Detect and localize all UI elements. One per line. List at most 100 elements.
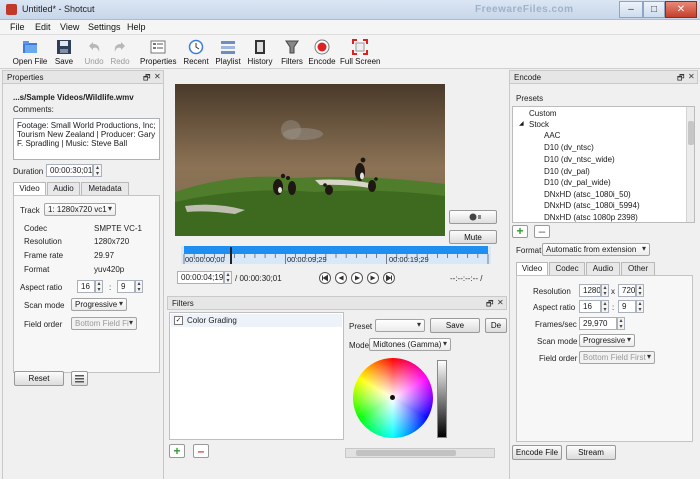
undo-button[interactable]: Undo [82, 36, 106, 68]
skip-end-icon[interactable] [383, 272, 395, 284]
video-frame[interactable] [175, 84, 445, 236]
aspect-height-field[interactable]: 9 [117, 280, 135, 293]
preset-item[interactable]: D10 (dv_pal_wide) [544, 177, 611, 189]
recent-button[interactable]: Recent [182, 36, 210, 68]
maximize-button[interactable]: □ [643, 1, 665, 18]
mode-select[interactable]: Midtones (Gamma) [369, 338, 451, 351]
tab-video[interactable]: Video [516, 262, 548, 275]
position-field[interactable]: 00:00:04;19 [177, 271, 224, 284]
aspect-width-field[interactable]: 16 [579, 300, 601, 313]
open-file-button[interactable]: Open File [12, 36, 48, 68]
expand-arrow-icon[interactable]: ◢ [519, 120, 524, 127]
presets-scrollbar[interactable] [686, 107, 694, 222]
properties-button[interactable]: Properties [140, 36, 176, 68]
resolution-height-spinner[interactable]: ▴ ▾ [636, 284, 644, 297]
close-icon[interactable]: ✕ [497, 298, 504, 307]
resolution-width-spinner[interactable]: ▴ ▾ [601, 284, 609, 297]
filters-button[interactable]: Filters [278, 36, 306, 68]
preset-select[interactable] [375, 319, 425, 332]
playlist-button[interactable]: Playlist [214, 36, 242, 68]
preset-item[interactable]: D10 (dv_ntsc_wide) [544, 154, 615, 166]
color-wheel-handle[interactable] [390, 395, 395, 400]
close-button[interactable]: ✕ [665, 1, 697, 18]
preset-item[interactable]: AAC [544, 130, 560, 142]
field-order-select[interactable]: Bottom Field First [579, 351, 655, 364]
menu-edit[interactable]: Edit [35, 22, 51, 32]
tab-video[interactable]: Video [13, 182, 46, 195]
format-select[interactable]: Automatic from extension [542, 243, 650, 256]
stream-button[interactable]: Stream [566, 445, 616, 460]
timeline-ruler[interactable] [181, 246, 491, 264]
tab-codec[interactable]: Codec [549, 262, 585, 275]
filter-list[interactable]: ✓ Color Grading [169, 312, 344, 440]
encode-file-button[interactable]: Encode File [512, 445, 562, 460]
comments-field[interactable]: Footage: Small World Productions, Inc; T… [13, 118, 160, 160]
menu-settings[interactable]: Settings [88, 22, 121, 32]
filter-checkbox[interactable]: ✓ [174, 316, 183, 325]
history-button[interactable]: History [246, 36, 274, 68]
preset-item[interactable]: DNxHD (atsc 1080p 2398) [544, 212, 638, 222]
resolution-height-field[interactable]: 720 [618, 284, 636, 297]
aspect-width-field[interactable]: 16 [77, 280, 95, 293]
fps-spinner[interactable]: ▴ ▾ [617, 317, 625, 330]
filter-item[interactable]: ✓ Color Grading [171, 314, 342, 327]
lightness-slider[interactable] [437, 360, 447, 438]
color-wheel[interactable] [353, 358, 433, 438]
field-order-select[interactable]: Bottom Field Fi [71, 317, 137, 330]
rewind-icon[interactable] [335, 272, 347, 284]
full-screen-button[interactable]: Full Screen [340, 36, 380, 68]
aspect-height-spinner[interactable]: ▴ ▾ [636, 300, 644, 313]
position-spinner[interactable]: ▴ ▾ [224, 271, 232, 284]
add-preset-button[interactable]: + [512, 225, 528, 238]
reset-button[interactable]: Reset [14, 371, 64, 386]
menu-file[interactable]: File [10, 22, 25, 32]
menu-help[interactable]: Help [127, 22, 146, 32]
save-icon [57, 40, 71, 54]
title-bar: Untitled* - Shotcut FreewareFiles.com – … [0, 0, 700, 20]
menu-button[interactable] [71, 371, 88, 386]
scrollbar-thumb[interactable] [356, 450, 456, 456]
mute-button[interactable]: Mute [449, 230, 497, 244]
presets-tree[interactable]: Custom ◢ Stock AAC D10 (dv_ntsc) D10 (dv… [512, 106, 695, 223]
aspect-height-field[interactable]: 9 [618, 300, 636, 313]
tab-metadata[interactable]: Metadata [81, 182, 129, 195]
track-select[interactable]: 1: 1280x720 vc1 [44, 203, 116, 216]
aspect-width-spinner[interactable]: ▴ ▾ [95, 280, 103, 293]
duration-field[interactable]: 00:00:30;01 [46, 164, 93, 177]
close-icon[interactable]: ✕ [688, 72, 695, 81]
remove-filter-button[interactable]: – [193, 444, 209, 458]
play-icon[interactable] [351, 272, 363, 284]
preset-item[interactable]: D10 (dv_pal) [544, 166, 590, 178]
aspect-height-spinner[interactable]: ▴ ▾ [135, 280, 143, 293]
close-icon[interactable]: ✕ [154, 72, 161, 81]
scan-mode-select[interactable]: Progressive [579, 334, 635, 347]
redo-button[interactable]: Redo [108, 36, 132, 68]
fast-forward-icon[interactable] [367, 272, 379, 284]
save-preset-button[interactable]: Save [430, 318, 480, 333]
encode-button[interactable]: Encode [308, 36, 336, 68]
preset-item[interactable]: DNxHD (atsc_1080i_5994) [544, 200, 640, 212]
duration-spinner[interactable]: ▴ ▾ [93, 164, 102, 177]
zoom-button[interactable] [449, 210, 497, 224]
preset-item[interactable]: DNxHD (atsc_1080i_50) [544, 189, 631, 201]
scan-mode-select[interactable]: Progressive [71, 298, 127, 311]
delete-preset-button[interactable]: De [485, 318, 507, 333]
resolution-width-field[interactable]: 1280 [579, 284, 601, 297]
playhead[interactable] [229, 247, 232, 264]
remove-preset-button[interactable]: – [534, 225, 550, 238]
preset-item[interactable]: D10 (dv_ntsc) [544, 142, 594, 154]
preset-item-custom[interactable]: Custom [529, 108, 557, 120]
presets-scrollbar-thumb[interactable] [688, 121, 694, 145]
tab-audio[interactable]: Audio [586, 262, 620, 275]
aspect-width-spinner[interactable]: ▴ ▾ [601, 300, 609, 313]
fps-field[interactable]: 29,970 [579, 317, 617, 330]
save-button[interactable]: Save [52, 36, 76, 68]
skip-start-icon[interactable] [319, 272, 331, 284]
add-filter-button[interactable]: + [169, 444, 185, 458]
preset-item-stock[interactable]: Stock [529, 119, 549, 131]
menu-view[interactable]: View [60, 22, 79, 32]
tab-other[interactable]: Other [621, 262, 655, 275]
minimize-button[interactable]: – [619, 1, 643, 18]
tab-audio[interactable]: Audio [47, 182, 80, 195]
horizontal-scrollbar[interactable] [345, 448, 495, 458]
